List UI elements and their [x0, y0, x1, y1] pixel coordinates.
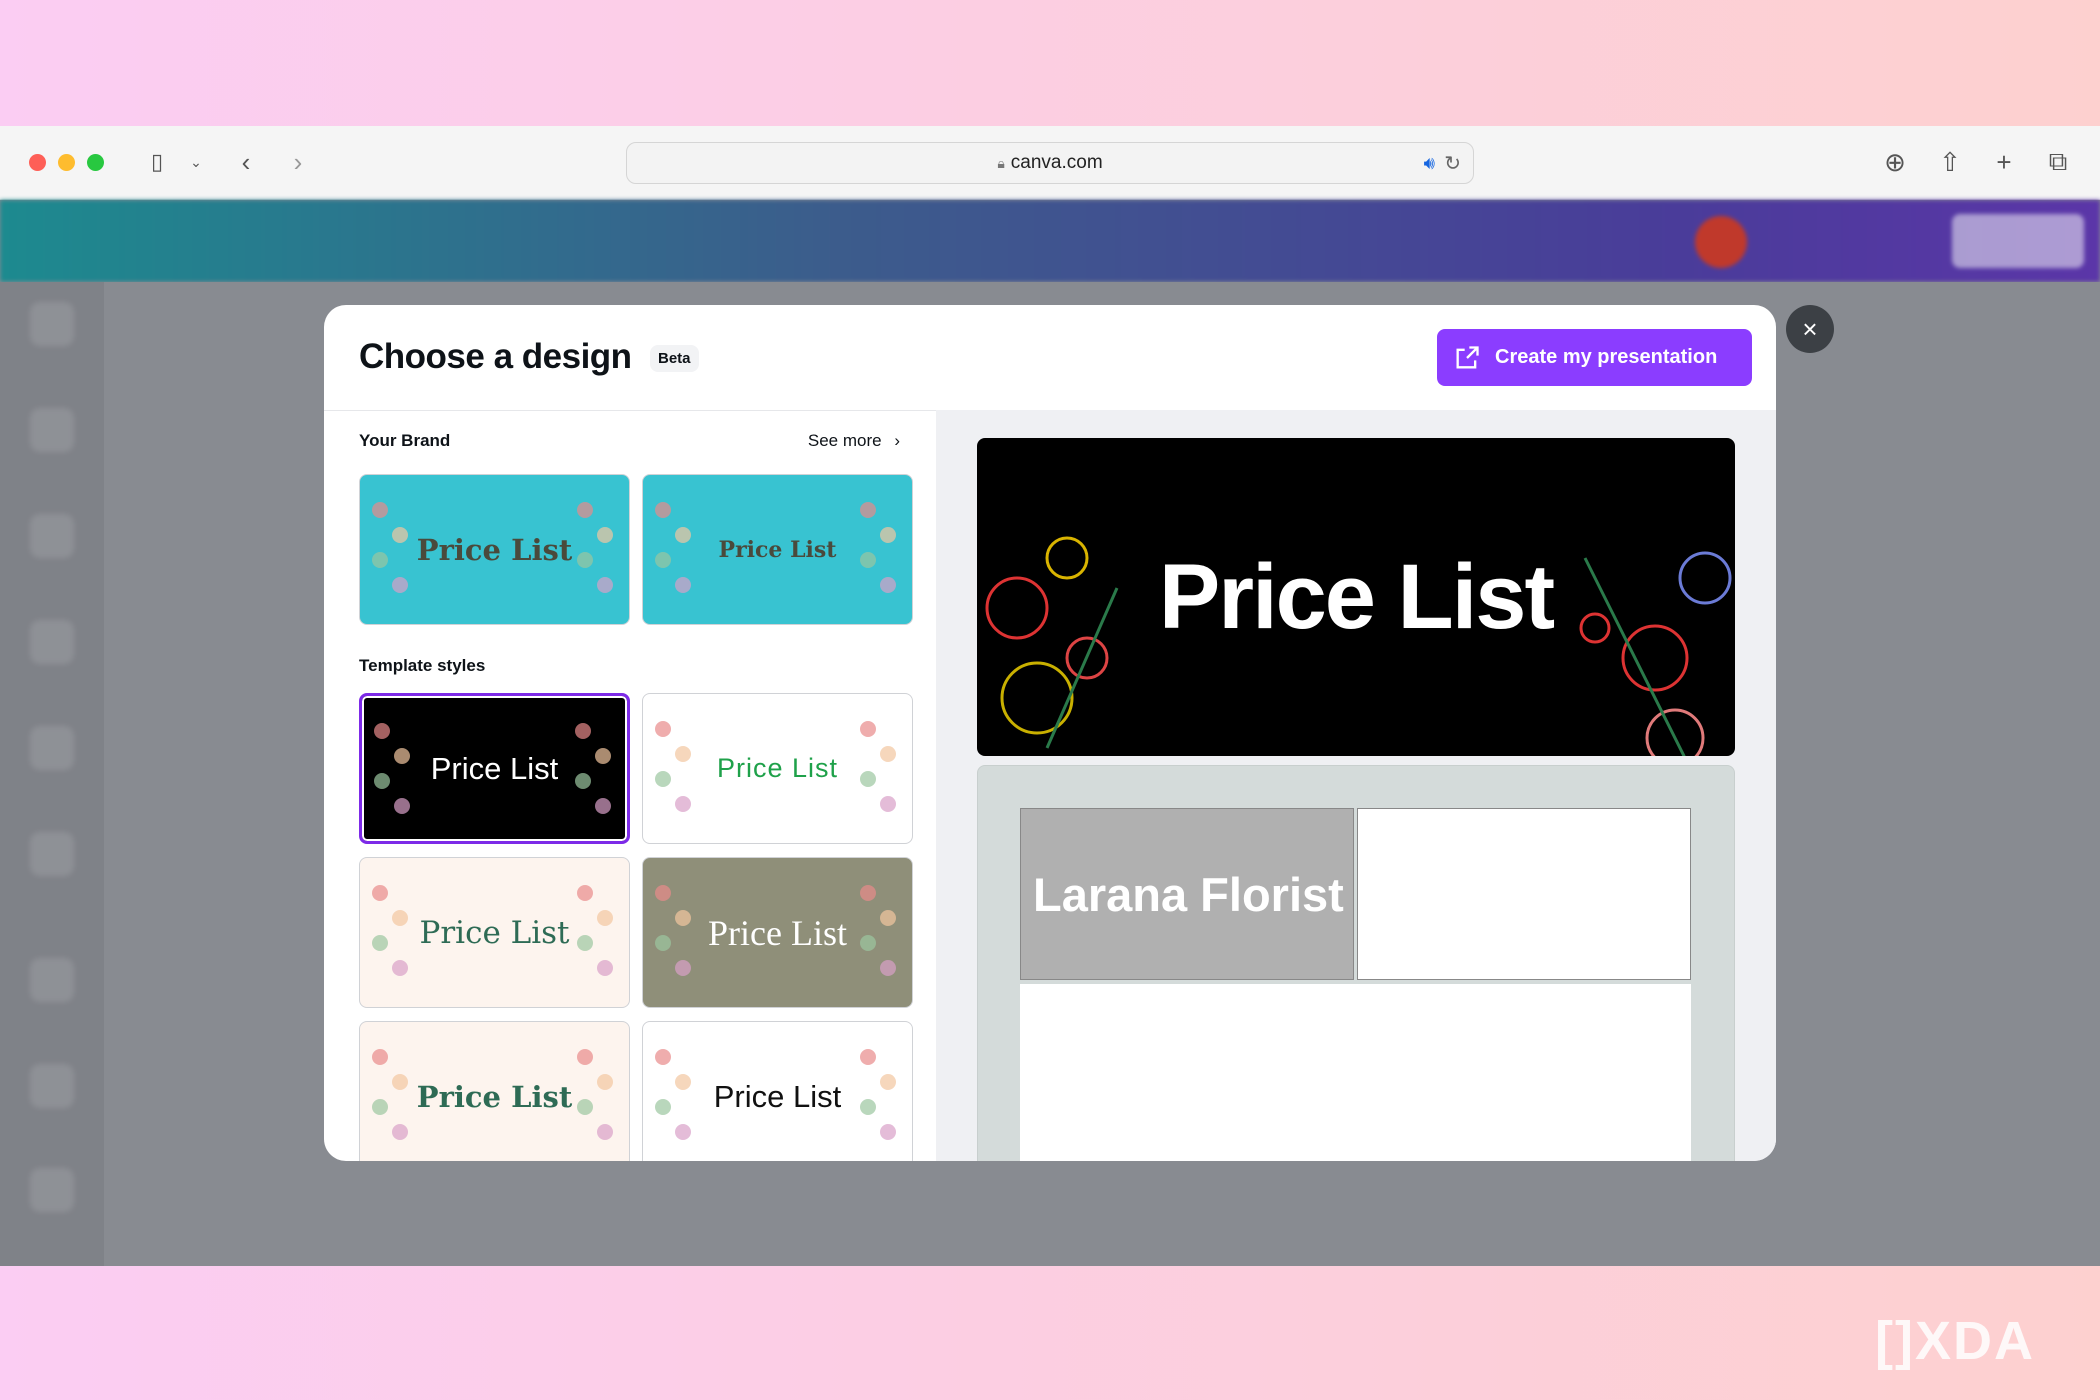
xda-watermark-logo: []XDA — [1875, 1311, 2035, 1371]
floral-decoration-icon — [577, 885, 613, 976]
your-brand-heading: Your Brand — [359, 431, 451, 450]
card-title: Price List — [416, 532, 573, 567]
card-title: Price List — [416, 1079, 573, 1114]
floral-illustration-left — [985, 536, 1119, 749]
preview-panel: Price List Larana Florist — [936, 410, 1776, 1161]
card-title: Price List — [708, 912, 847, 953]
card-title: Price List — [718, 536, 837, 563]
minimize-window-button[interactable] — [58, 154, 75, 171]
tabs-overview-icon[interactable]: ⧉ — [2040, 144, 2076, 180]
floral-decoration-icon — [372, 885, 408, 976]
create-presentation-label: Create my presentation — [1495, 346, 1718, 368]
floral-decoration-icon — [575, 723, 611, 814]
card-title: Price List — [713, 1078, 842, 1114]
maximize-window-button[interactable] — [87, 154, 104, 171]
lock-icon: 🔒︎ — [997, 154, 1005, 171]
forward-icon[interactable]: › — [280, 144, 316, 180]
floral-decoration-icon — [374, 723, 410, 814]
address-bar[interactable]: 🔒︎ canva.com 🔊︎ ↻ — [626, 142, 1474, 184]
slide-1-title: Price List — [1158, 545, 1555, 648]
card-title: Price List — [430, 750, 559, 786]
reload-icon[interactable]: ↻ — [1444, 151, 1461, 176]
slide-2-title-box: Larana Florist — [1020, 808, 1354, 980]
avatar — [1695, 216, 1747, 268]
floral-decoration-icon — [655, 1049, 691, 1140]
chevron-down-icon[interactable]: ⌄ — [178, 144, 214, 180]
share-button-blurred — [1952, 214, 2084, 268]
card-title: Price List — [419, 914, 570, 951]
brand-card-2[interactable]: Price List — [642, 474, 913, 625]
choose-design-modal: Choose a design Beta Create my presentat… — [324, 305, 1776, 1161]
create-presentation-button[interactable]: Create my presentation — [1437, 329, 1752, 386]
brand-card-1[interactable]: Price List — [359, 474, 630, 625]
close-icon: × — [1802, 313, 1818, 344]
download-icon[interactable]: ⊕ — [1877, 144, 1913, 180]
floral-decoration-icon — [860, 502, 896, 593]
beta-badge: Beta — [650, 345, 699, 372]
new-tab-icon[interactable]: + — [1986, 144, 2022, 180]
floral-decoration-icon — [860, 885, 896, 976]
floral-decoration-icon — [577, 502, 613, 593]
style-card-3[interactable]: Price List — [359, 857, 630, 1008]
close-window-button[interactable] — [29, 154, 46, 171]
style-card-6[interactable]: Price List — [642, 1021, 913, 1161]
canva-sidebar-blurred — [0, 282, 104, 1266]
template-styles-heading: Template styles — [359, 656, 486, 675]
floral-decoration-icon — [860, 1049, 896, 1140]
slide-2-body — [1020, 984, 1691, 1161]
floral-decoration-icon — [655, 502, 691, 593]
browser-toolbar: ▯ ⌄ ‹ › 🔒︎ canva.com 🔊︎ ↻ ⊕ ⇧ + ⧉ — [0, 126, 2100, 200]
sidebar-toggle-icon[interactable]: ▯ — [139, 144, 175, 180]
close-modal-button[interactable]: × — [1786, 305, 1834, 353]
design-options-panel: Your Brand See more › Price List Price L… — [324, 410, 936, 1161]
preview-slide-2: Larana Florist — [977, 765, 1735, 1161]
modal-title: Choose a design — [359, 337, 632, 376]
preview-slide-1: Price List — [977, 438, 1735, 756]
url-text: canva.com — [1010, 152, 1103, 173]
floral-decoration-icon — [372, 502, 408, 593]
see-more-link[interactable]: See more › — [808, 431, 900, 451]
back-icon[interactable]: ‹ — [228, 144, 264, 180]
slide-2-title: Larana Florist — [1033, 867, 1344, 921]
chevron-right-icon: › — [894, 431, 900, 450]
card-title: Price List — [716, 753, 839, 783]
speaker-icon[interactable]: 🔊︎ — [1424, 153, 1435, 174]
external-link-icon — [1456, 345, 1479, 368]
style-card-2[interactable]: Price List — [642, 693, 913, 844]
style-card-1-selected[interactable]: Price List — [359, 693, 630, 844]
see-more-label: See more — [807, 431, 882, 450]
floral-illustration-right — [1579, 551, 1732, 756]
floral-decoration-icon — [860, 721, 896, 812]
floral-decoration-icon — [655, 885, 691, 976]
floral-decoration-icon — [372, 1049, 408, 1140]
style-card-4[interactable]: Price List — [642, 857, 913, 1008]
share-icon[interactable]: ⇧ — [1932, 144, 1968, 180]
canva-header-blurred — [0, 200, 2100, 282]
style-card-5[interactable]: Price List — [359, 1021, 630, 1161]
slide-2-image-placeholder — [1357, 808, 1691, 980]
floral-decoration-icon — [655, 721, 691, 812]
floral-decoration-icon — [577, 1049, 613, 1140]
